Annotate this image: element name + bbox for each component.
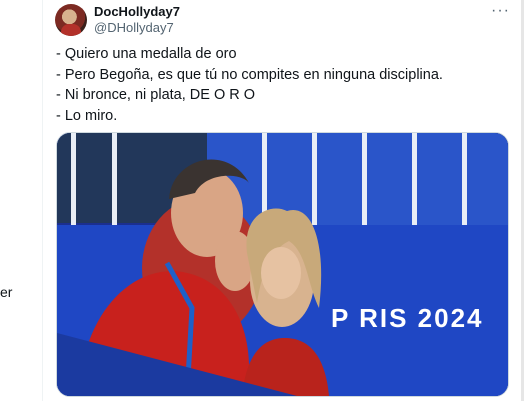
tweet-line: - Ni bronce, ni plata, DE O R O xyxy=(56,87,256,103)
tweet-line: - Pero Begoña, es que tú no compites en … xyxy=(56,66,443,83)
avatar[interactable] xyxy=(55,4,87,36)
left-column: er xyxy=(0,0,43,401)
tweet-photo[interactable]: P RIS 2024 xyxy=(56,132,509,397)
tweet[interactable]: DocHollyday7 @DHollyday7 ··· - Quiero un… xyxy=(43,0,524,401)
tweet-text: - Quiero una medalla de oro - Pero Begoñ… xyxy=(56,44,443,126)
user-handle[interactable]: @DHollyday7 xyxy=(94,20,174,35)
truncated-sidebar-text: er xyxy=(0,284,13,300)
tweet-line: - Quiero una medalla de oro xyxy=(56,46,237,62)
display-name[interactable]: DocHollyday7 xyxy=(94,4,180,19)
photo-illustration: P RIS 2024 xyxy=(57,133,508,396)
tweet-line: - Lo miro. xyxy=(56,107,118,124)
paris-2024-banner: P RIS 2024 xyxy=(331,303,484,333)
more-options-icon[interactable]: ··· xyxy=(491,2,510,20)
